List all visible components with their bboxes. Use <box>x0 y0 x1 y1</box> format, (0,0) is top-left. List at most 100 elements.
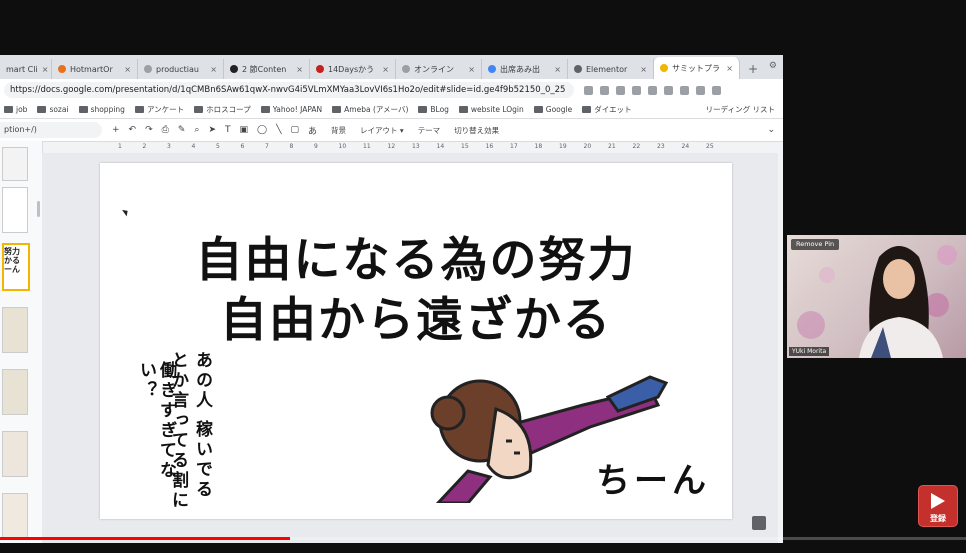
bookmark-label: sozai <box>49 105 69 114</box>
extension-icon[interactable] <box>648 85 657 95</box>
paint-format-icon[interactable]: ✎ <box>178 125 186 135</box>
ruler-tick: 11 <box>363 143 371 150</box>
slide-thumbnail-selected[interactable]: 努力 かる ーん <box>2 243 30 291</box>
ruler-tick: 19 <box>559 143 567 150</box>
image-icon[interactable]: ▣ <box>239 125 248 135</box>
select-icon[interactable]: ➤ <box>208 125 216 135</box>
undo-icon[interactable]: ↶ <box>129 125 137 135</box>
toolbar-button[interactable]: テーマ <box>418 125 441 136</box>
slide-thumbnail[interactable] <box>2 187 28 233</box>
bookmark-item[interactable]: Google <box>533 105 573 114</box>
browser-tab[interactable]: Elementor × <box>568 59 654 79</box>
menu-search-input[interactable]: ption+/) <box>0 122 102 138</box>
bookmark-item[interactable]: shopping <box>78 105 125 114</box>
play-icon <box>931 493 945 509</box>
close-icon[interactable]: × <box>554 65 561 74</box>
tab-label: productiau <box>156 64 199 74</box>
shape-icon[interactable]: ◯ <box>257 125 267 135</box>
close-icon[interactable]: × <box>42 65 49 74</box>
url-prefix: https:// <box>10 85 41 95</box>
folder-icon <box>37 106 47 113</box>
browser-tab[interactable]: 出席あみ出 × <box>482 59 568 79</box>
bookmark-item[interactable]: Ameba (アメーバ) <box>332 104 408 115</box>
bookmark-item[interactable]: Yahoo! JAPAN <box>260 105 322 114</box>
page-scrollbar[interactable] <box>778 153 783 543</box>
comment-icon[interactable]: ▢ <box>291 125 300 135</box>
chevron-down-icon[interactable]: ⌄ <box>767 125 775 135</box>
ruler-tick: 17 <box>510 143 518 150</box>
extension-icon[interactable] <box>632 85 641 95</box>
ruler-tick: 8 <box>289 143 294 150</box>
bookmark-item[interactable]: sozai <box>37 105 69 114</box>
close-icon[interactable]: × <box>296 65 303 74</box>
bookmark-item[interactable]: website LOgin <box>458 105 524 114</box>
close-icon[interactable]: × <box>726 64 733 73</box>
slide-title-line-2: 自由から遠ざかる <box>220 293 612 348</box>
close-icon[interactable]: × <box>382 65 389 74</box>
slide-thumbnail[interactable] <box>2 369 28 415</box>
close-icon[interactable]: × <box>124 65 131 74</box>
new-tab-icon[interactable]: + <box>740 59 766 79</box>
bookmark-label: Google <box>545 105 573 114</box>
slide-thumbnail[interactable] <box>2 431 28 477</box>
bookmark-item[interactable]: job <box>4 105 27 114</box>
bookmark-item[interactable]: ダイエット <box>582 104 632 115</box>
toolbar-button[interactable]: 背景 <box>331 125 346 136</box>
browser-tab[interactable]: HotmartOr × <box>52 59 138 79</box>
browser-tab[interactable]: サミットプラ × <box>654 57 740 79</box>
bookmark-label: アンケート <box>146 105 185 114</box>
thumbnail-text: 努力 かる ーん <box>4 247 20 274</box>
close-icon[interactable]: × <box>210 65 217 74</box>
toolbar-button[interactable]: レイアウト ▾ <box>360 125 404 136</box>
bookmark-item[interactable]: BLog <box>418 105 449 114</box>
extension-icon[interactable] <box>664 85 673 95</box>
add-icon[interactable]: + <box>112 125 120 135</box>
close-icon[interactable]: × <box>640 65 647 74</box>
close-icon[interactable]: × <box>468 65 475 74</box>
remove-pin-button[interactable]: Remove Pin <box>791 239 840 250</box>
bookmark-item[interactable]: ホロスコープ <box>194 104 251 115</box>
toolbar-button[interactable]: 切り替え効果 <box>454 125 499 136</box>
webcam-video: Remove Pin YUki Morita <box>787 235 966 358</box>
slide[interactable]: 自由になる為の努力 自由から遠ざかる あの人 稼いでる とか言ってる割に 働きす… <box>100 163 732 519</box>
bookmark-label: Ameba (アメーバ) <box>344 105 409 114</box>
input-tools-icon[interactable]: あ <box>308 124 317 137</box>
redo-icon[interactable]: ↷ <box>145 125 153 135</box>
slide-thumbnail[interactable] <box>2 147 28 181</box>
address-bar: https://docs.google.com/presentation/d/1… <box>0 79 783 101</box>
ruler-tick: 18 <box>534 143 543 150</box>
slide-filmstrip: 努力 かる ーん <box>0 141 43 543</box>
puzzle-icon[interactable] <box>680 85 689 95</box>
ruler-tick: 23 <box>657 143 665 150</box>
print-icon[interactable]: ⎙ <box>162 125 169 135</box>
menu-dots-icon[interactable] <box>712 85 721 95</box>
zoom-icon[interactable]: ⌕ <box>194 125 199 135</box>
line-icon[interactable]: ╲ <box>276 125 281 135</box>
slide-thumbnail[interactable] <box>2 307 28 353</box>
star-icon[interactable] <box>584 85 593 95</box>
browser-tab[interactable]: 2 節Conten × <box>224 59 310 79</box>
bookmarks-bar: job sozai shopping アンケート ホロスコープ Yahoo! JAPAN A… <box>0 101 783 119</box>
browser-tab[interactable]: 14Daysかう × <box>310 59 396 79</box>
ruler-tick: 21 <box>608 143 616 150</box>
camera-icon[interactable] <box>600 85 609 95</box>
textbox-icon[interactable]: T <box>225 125 231 135</box>
ruler-tick: 12 <box>387 143 396 150</box>
filmstrip-scrollbar[interactable] <box>37 201 40 217</box>
slide-canvas: 自由になる為の努力 自由から遠ざかる あの人 稼いでる とか言ってる割に 働きす… <box>42 153 783 543</box>
folder-icon <box>418 106 428 113</box>
browser-tab[interactable]: mart Cli × <box>0 59 52 79</box>
bookmark-item[interactable]: アンケート <box>134 104 185 115</box>
url-input[interactable]: https://docs.google.com/presentation/d/1… <box>4 82 574 98</box>
extension-icon[interactable] <box>616 85 625 95</box>
browser-tab[interactable]: productiau × <box>138 59 224 79</box>
subscribe-button[interactable]: 登録 <box>918 485 958 527</box>
video-progress-bar[interactable] <box>0 537 966 540</box>
profile-icon[interactable] <box>696 85 705 95</box>
tab-label: Elementor <box>586 64 628 74</box>
reading-list[interactable]: リーディング リスト <box>706 104 775 115</box>
explore-icon[interactable] <box>752 516 766 530</box>
slide-thumbnail[interactable] <box>2 493 28 539</box>
browser-tab[interactable]: オンライン × <box>396 59 482 79</box>
tab-search-icon[interactable]: ⚙ <box>769 61 777 71</box>
